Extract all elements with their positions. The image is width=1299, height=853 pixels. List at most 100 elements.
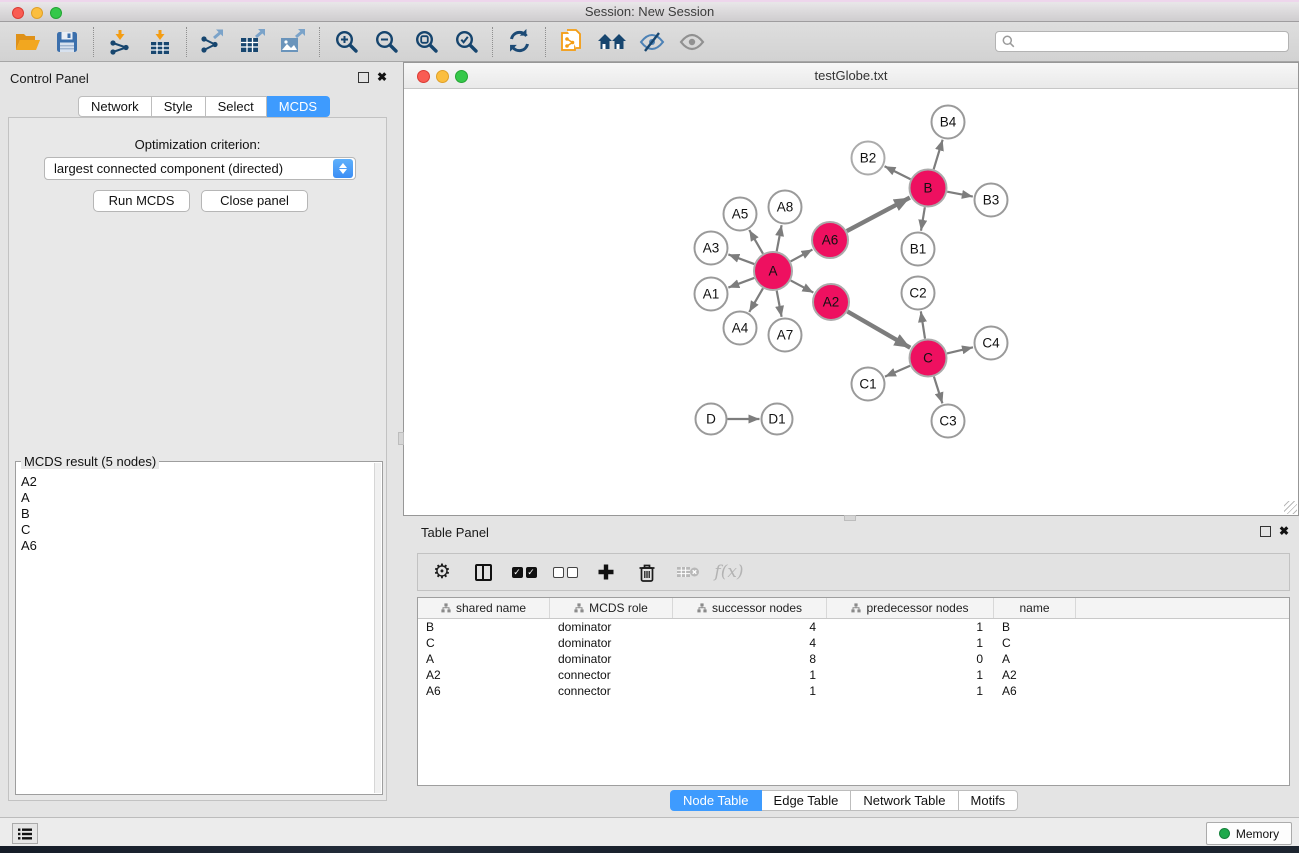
- criterion-select[interactable]: largest connected component (directed): [44, 157, 356, 180]
- show-all-button[interactable]: [675, 26, 709, 58]
- column-header-MCDS-role[interactable]: MCDS role: [550, 598, 673, 618]
- column-header-name[interactable]: name: [994, 598, 1076, 618]
- table-cell[interactable]: A6: [994, 684, 1076, 698]
- table-cell[interactable]: 1: [827, 668, 994, 682]
- table-cell[interactable]: A2: [994, 668, 1076, 682]
- node-D[interactable]: D: [696, 404, 727, 435]
- edge-C-C3[interactable]: [934, 377, 943, 404]
- table-row[interactable]: A2connector11A2: [418, 667, 1289, 683]
- result-item[interactable]: B: [16, 506, 374, 522]
- node-C[interactable]: C: [910, 340, 947, 377]
- tab-motifs[interactable]: Motifs: [959, 790, 1019, 811]
- table-cell[interactable]: 8: [673, 652, 827, 666]
- edge-A2-C[interactable]: [847, 311, 910, 347]
- tab-style[interactable]: Style: [152, 96, 206, 117]
- import-network-button[interactable]: [103, 26, 137, 58]
- table-cell[interactable]: A2: [418, 668, 550, 682]
- run-mcds-button[interactable]: Run MCDS: [93, 190, 190, 212]
- select-all-button[interactable]: ✓✓: [510, 558, 538, 586]
- node-C4[interactable]: C4: [975, 327, 1008, 360]
- result-scrollbar[interactable]: [374, 463, 381, 793]
- delete-table-button[interactable]: [674, 558, 702, 586]
- minimize-window-button[interactable]: [31, 7, 43, 19]
- edge-C-C4[interactable]: [947, 347, 973, 353]
- table-cell[interactable]: 1: [827, 636, 994, 650]
- result-item[interactable]: A6: [16, 538, 374, 554]
- table-row[interactable]: Cdominator41C: [418, 635, 1289, 651]
- edge-C-C2[interactable]: [921, 311, 925, 338]
- export-network-button[interactable]: [196, 26, 230, 58]
- edge-A6-B[interactable]: [847, 198, 910, 231]
- close-panel-button[interactable]: Close panel: [201, 190, 308, 212]
- table-close-icon[interactable]: ✖: [1279, 526, 1289, 537]
- table-cell[interactable]: dominator: [550, 620, 673, 634]
- table-row[interactable]: A6connector11A6: [418, 683, 1289, 699]
- node-C1[interactable]: C1: [852, 368, 885, 401]
- node-A7[interactable]: A7: [769, 319, 802, 352]
- table-row[interactable]: Adominator80A: [418, 651, 1289, 667]
- table-cell[interactable]: B: [994, 620, 1076, 634]
- edge-A-A3[interactable]: [728, 254, 754, 264]
- node-A2[interactable]: A2: [813, 284, 849, 320]
- edge-A-A2[interactable]: [791, 280, 814, 292]
- table-cell[interactable]: connector: [550, 684, 673, 698]
- node-A5[interactable]: A5: [724, 198, 757, 231]
- table-cell[interactable]: dominator: [550, 636, 673, 650]
- tab-network-table[interactable]: Network Table: [851, 790, 958, 811]
- node-C3[interactable]: C3: [932, 405, 965, 438]
- export-image-button[interactable]: [276, 26, 310, 58]
- add-column-button[interactable]: [592, 558, 620, 586]
- node-A6[interactable]: A6: [812, 222, 848, 258]
- edge-A-A8[interactable]: [777, 225, 782, 251]
- search-box[interactable]: [995, 31, 1289, 52]
- zoom-in-button[interactable]: [329, 26, 363, 58]
- tab-mcds[interactable]: MCDS: [267, 96, 330, 117]
- edge-A-A5[interactable]: [749, 230, 763, 254]
- table-cell[interactable]: C: [418, 636, 550, 650]
- table-options-button[interactable]: ⚙: [428, 558, 456, 586]
- edge-A-A1[interactable]: [728, 278, 754, 288]
- table-cell[interactable]: B: [418, 620, 550, 634]
- edge-B-B4[interactable]: [934, 140, 943, 170]
- close-window-button[interactable]: [12, 7, 24, 19]
- function-builder-button[interactable]: f(x): [715, 558, 743, 586]
- result-item[interactable]: C: [16, 522, 374, 538]
- tab-select[interactable]: Select: [206, 96, 267, 117]
- network-resize-grip[interactable]: [1284, 501, 1297, 514]
- network-window-titlebar[interactable]: testGlobe.txt: [404, 63, 1298, 89]
- table-cell[interactable]: 1: [827, 620, 994, 634]
- node-A1[interactable]: A1: [695, 278, 728, 311]
- result-item[interactable]: A2: [16, 474, 374, 490]
- table-cell[interactable]: A: [994, 652, 1076, 666]
- network-zoom-button[interactable]: [455, 70, 468, 83]
- zoom-out-button[interactable]: [369, 26, 403, 58]
- tab-node-table[interactable]: Node Table: [670, 790, 762, 811]
- table-cell[interactable]: A: [418, 652, 550, 666]
- zoom-fit-button[interactable]: [409, 26, 443, 58]
- node-D1[interactable]: D1: [762, 404, 793, 435]
- network-from-selection-button[interactable]: [555, 26, 589, 58]
- float-panel-icon[interactable]: [358, 72, 369, 83]
- column-header-successor-nodes[interactable]: successor nodes: [673, 598, 827, 618]
- table-cell[interactable]: 4: [673, 620, 827, 634]
- node-B2[interactable]: B2: [852, 142, 885, 175]
- node-B1[interactable]: B1: [902, 233, 935, 266]
- tab-network[interactable]: Network: [78, 96, 152, 117]
- tab-edge-table[interactable]: Edge Table: [762, 790, 852, 811]
- open-session-button[interactable]: [10, 26, 44, 58]
- network-minimize-button[interactable]: [436, 70, 449, 83]
- network-close-button[interactable]: [417, 70, 430, 83]
- split-panel-button[interactable]: [469, 558, 497, 586]
- save-session-button[interactable]: [50, 26, 84, 58]
- column-header-predecessor-nodes[interactable]: predecessor nodes: [827, 598, 994, 618]
- node-B3[interactable]: B3: [975, 184, 1008, 217]
- edge-A-A4[interactable]: [749, 288, 763, 312]
- edge-B-B3[interactable]: [947, 192, 973, 197]
- node-A4[interactable]: A4: [724, 312, 757, 345]
- table-float-icon[interactable]: [1260, 526, 1271, 537]
- node-A3[interactable]: A3: [695, 232, 728, 265]
- table-cell[interactable]: connector: [550, 668, 673, 682]
- close-panel-icon[interactable]: ✖: [377, 72, 387, 83]
- table-cell[interactable]: 1: [673, 668, 827, 682]
- mcds-result-list[interactable]: A2ABCA6: [16, 474, 374, 792]
